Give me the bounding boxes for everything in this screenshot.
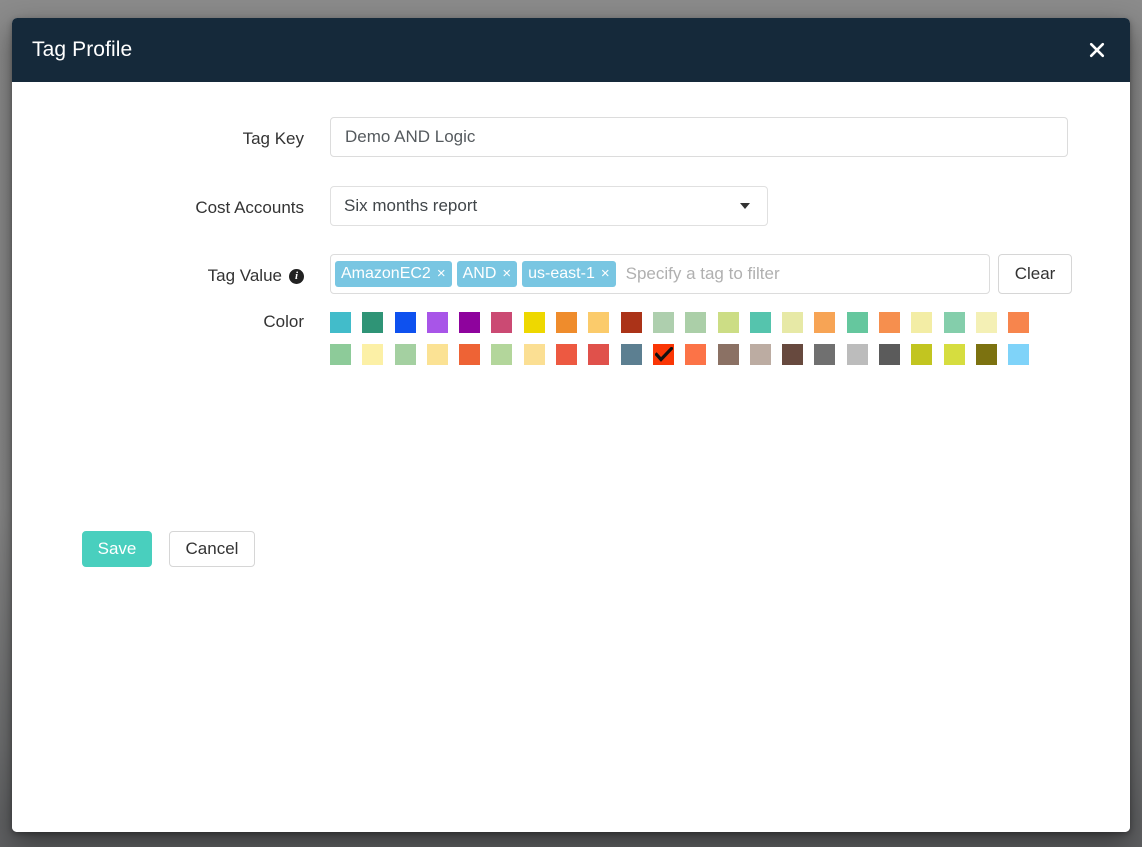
color-swatch[interactable] bbox=[879, 344, 901, 365]
color-swatch[interactable] bbox=[943, 344, 965, 365]
color-field-wrap bbox=[330, 310, 1030, 365]
tag-value-input[interactable] bbox=[620, 257, 985, 291]
color-swatch[interactable] bbox=[394, 344, 416, 365]
color-swatch[interactable] bbox=[459, 344, 481, 365]
color-swatch[interactable] bbox=[814, 312, 836, 333]
color-swatch[interactable] bbox=[362, 344, 384, 365]
token-remove-icon[interactable]: × bbox=[601, 264, 610, 283]
color-swatch[interactable] bbox=[556, 344, 578, 365]
token-label: AND bbox=[462, 265, 497, 282]
color-swatch[interactable] bbox=[975, 344, 997, 365]
tag-profile-modal: Tag Profile Tag Key Cost Accounts Six mo… bbox=[12, 18, 1130, 832]
cost-accounts-select[interactable]: Six months report bbox=[330, 186, 768, 226]
color-swatch[interactable] bbox=[717, 344, 739, 365]
color-swatch[interactable] bbox=[717, 312, 739, 333]
token-label: us-east-1 bbox=[528, 265, 595, 282]
color-swatch[interactable] bbox=[782, 344, 804, 365]
token-chip[interactable]: AmazonEC2 × bbox=[335, 261, 452, 287]
tag-value-field-wrap: AmazonEC2 × AND × us-east-1 × C bbox=[330, 254, 1072, 294]
color-swatch[interactable] bbox=[1008, 344, 1030, 365]
cost-accounts-field-wrap: Six months report bbox=[330, 186, 768, 226]
clear-button[interactable]: Clear bbox=[998, 254, 1072, 294]
tag-value-token-row: AmazonEC2 × AND × us-east-1 × C bbox=[330, 254, 1072, 294]
color-swatch[interactable] bbox=[975, 312, 997, 333]
color-swatch-grid bbox=[330, 310, 1030, 365]
color-swatch[interactable] bbox=[426, 344, 448, 365]
color-swatch[interactable] bbox=[556, 312, 578, 333]
tag-value-token-field[interactable]: AmazonEC2 × AND × us-east-1 × bbox=[330, 254, 990, 294]
color-swatch[interactable] bbox=[911, 344, 933, 365]
color-swatch[interactable] bbox=[749, 312, 771, 333]
check-icon bbox=[654, 347, 673, 362]
tag-key-row: Tag Key bbox=[12, 117, 1130, 157]
token-remove-icon[interactable]: × bbox=[437, 264, 446, 283]
color-swatch[interactable] bbox=[685, 312, 707, 333]
color-row: Color bbox=[12, 310, 1130, 365]
modal-titlebar: Tag Profile bbox=[12, 18, 1130, 82]
cancel-button[interactable]: Cancel bbox=[169, 531, 255, 567]
color-swatch[interactable] bbox=[620, 312, 642, 333]
color-swatch[interactable] bbox=[330, 312, 351, 333]
close-icon[interactable] bbox=[1082, 35, 1112, 65]
token-chip[interactable]: us-east-1 × bbox=[522, 261, 616, 287]
info-icon[interactable]: i bbox=[289, 268, 304, 284]
color-swatch[interactable] bbox=[491, 344, 513, 365]
color-swatch[interactable] bbox=[685, 344, 707, 365]
color-swatch[interactable] bbox=[330, 344, 351, 365]
cost-accounts-selected-value: Six months report bbox=[344, 196, 478, 215]
tag-value-label: Tag Value bbox=[207, 266, 282, 285]
color-swatch[interactable] bbox=[362, 312, 384, 333]
color-swatch[interactable] bbox=[652, 312, 674, 333]
tag-key-label: Tag Key bbox=[242, 129, 304, 148]
color-swatch[interactable] bbox=[652, 344, 674, 365]
color-swatch[interactable] bbox=[814, 344, 836, 365]
modal-body: Tag Key Cost Accounts Six months report bbox=[12, 82, 1130, 832]
tag-value-row: Tag Value i AmazonEC2 × AND × us-east-1 … bbox=[12, 254, 1130, 294]
tag-key-input[interactable] bbox=[330, 117, 1068, 157]
color-swatch[interactable] bbox=[459, 312, 481, 333]
color-swatch[interactable] bbox=[523, 312, 545, 333]
save-button[interactable]: Save bbox=[82, 531, 152, 567]
cost-accounts-label: Cost Accounts bbox=[195, 198, 304, 217]
color-swatch[interactable] bbox=[911, 312, 933, 333]
color-swatch[interactable] bbox=[620, 344, 642, 365]
color-swatch[interactable] bbox=[523, 344, 545, 365]
tag-key-field-wrap bbox=[330, 117, 1068, 157]
color-swatch[interactable] bbox=[426, 312, 448, 333]
chevron-down-icon bbox=[739, 197, 751, 215]
token-label: AmazonEC2 bbox=[341, 265, 431, 282]
color-swatch[interactable] bbox=[588, 344, 610, 365]
token-chip[interactable]: AND × bbox=[456, 261, 518, 287]
color-swatch[interactable] bbox=[846, 344, 868, 365]
page-title: Tag Profile bbox=[32, 38, 133, 61]
color-swatch[interactable] bbox=[846, 312, 868, 333]
token-remove-icon[interactable]: × bbox=[502, 264, 511, 283]
action-buttons: Save Cancel bbox=[82, 531, 255, 567]
color-swatch[interactable] bbox=[491, 312, 513, 333]
color-swatch[interactable] bbox=[394, 312, 416, 333]
cost-accounts-row: Cost Accounts Six months report bbox=[12, 186, 1130, 226]
color-swatch[interactable] bbox=[943, 312, 965, 333]
tag-value-label-group: Tag Value i bbox=[12, 254, 304, 286]
color-swatch[interactable] bbox=[749, 344, 771, 365]
color-label: Color bbox=[263, 312, 304, 331]
color-swatch[interactable] bbox=[879, 312, 901, 333]
color-swatch[interactable] bbox=[782, 312, 804, 333]
color-swatch[interactable] bbox=[1008, 312, 1030, 333]
color-swatch[interactable] bbox=[588, 312, 610, 333]
